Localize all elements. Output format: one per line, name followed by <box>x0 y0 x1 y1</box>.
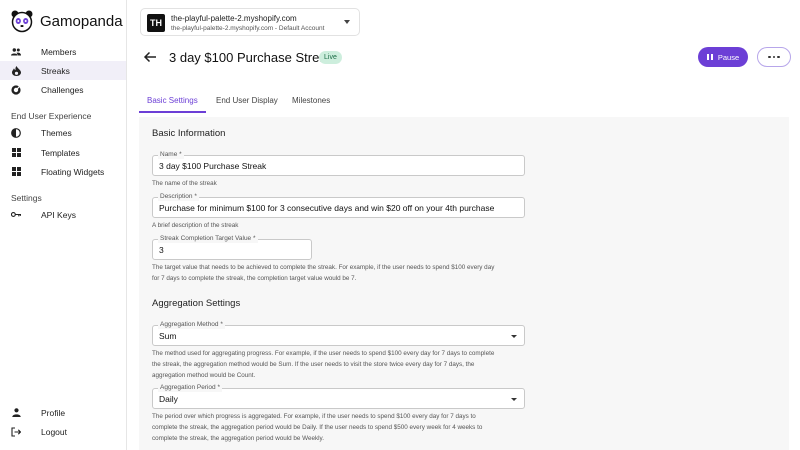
store-avatar: TH <box>147 14 165 32</box>
name-field[interactable]: Name * 3 day $100 Purchase Streak <box>152 150 525 176</box>
flame-icon <box>11 65 21 76</box>
target-value-field[interactable]: Streak Completion Target Value * 3 <box>152 234 312 260</box>
key-icon <box>11 210 21 220</box>
status-badge: Live <box>319 51 342 64</box>
description-field-label: Description * <box>158 192 199 201</box>
store-account: the-playful-palette-2.myshopify.com - De… <box>171 25 325 32</box>
aggregation-settings-heading: Aggregation Settings <box>152 298 241 309</box>
name-field-label: Name * <box>158 150 184 159</box>
sidebar-item-label: Logout <box>41 426 67 437</box>
sidebar-item-floating-widgets[interactable]: Floating Widgets <box>0 162 126 181</box>
sidebar-item-challenges[interactable]: Challenges <box>0 80 126 99</box>
sidebar-item-members[interactable]: Members <box>0 42 126 61</box>
section-settings: Settings <box>11 193 42 203</box>
dropdown-arrow-icon <box>511 335 517 338</box>
tab-milestones[interactable]: Milestones <box>284 88 338 113</box>
sidebar-item-label: Themes <box>41 127 72 138</box>
period-help-text-line-3: complete the streak, the aggregation per… <box>152 435 324 442</box>
name-field-value: 3 day $100 Purchase Streak <box>159 161 267 171</box>
chevron-down-icon <box>344 20 350 24</box>
target-help-text-line-1: The target value that needs to be achiev… <box>152 264 495 271</box>
sidebar-item-label: Profile <box>41 407 66 418</box>
store-selector[interactable]: TH the-playful-palette-2.myshopify.com t… <box>140 8 360 36</box>
description-field-value: Purchase for minimum $100 for 3 consecut… <box>159 203 495 213</box>
pause-label: Pause <box>717 52 740 62</box>
sidebar-item-logout[interactable]: Logout <box>0 422 126 441</box>
target-icon <box>11 84 21 95</box>
sidebar-item-streaks[interactable]: Streaks <box>0 61 126 80</box>
pause-button[interactable]: Pause <box>698 47 748 67</box>
sidebar-item-themes[interactable]: Themes <box>0 123 126 142</box>
logout-icon <box>11 426 21 437</box>
contrast-icon <box>11 127 21 138</box>
sidebar-item-templates[interactable]: Templates <box>0 143 126 162</box>
pause-icon <box>706 54 713 60</box>
period-help-text-line-1: The period over which progress is aggreg… <box>152 413 476 420</box>
widgets-icon <box>11 167 21 177</box>
tab-end-user-display[interactable]: End User Display <box>208 88 286 113</box>
panda-logo-icon <box>11 10 33 33</box>
aggregation-period-select[interactable]: Aggregation Period * Daily <box>152 383 525 409</box>
aggregation-method-value: Sum <box>159 331 177 341</box>
sidebar-item-label: Floating Widgets <box>41 166 105 177</box>
store-name: the-playful-palette-2.myshopify.com <box>171 14 297 23</box>
members-icon <box>11 47 21 57</box>
settings-panel: Basic Information Name * 3 day $100 Purc… <box>139 117 789 450</box>
aggregation-period-label: Aggregation Period * <box>158 383 222 392</box>
description-help-text: A brief description of the streak <box>152 222 239 229</box>
method-help-text-line-3: aggregation method would be Count. <box>152 372 256 379</box>
person-icon <box>11 408 21 418</box>
description-field[interactable]: Description * Purchase for minimum $100 … <box>152 192 525 218</box>
templates-icon <box>11 148 21 158</box>
method-help-text-line-2: the streak, the aggregation method would… <box>152 361 475 368</box>
aggregation-method-select[interactable]: Aggregation Method * Sum <box>152 320 525 346</box>
back-arrow-icon[interactable] <box>143 50 157 64</box>
section-end-user-experience: End User Experience <box>11 111 92 121</box>
sidebar: Gamopanda Members Streaks Challenges End… <box>0 0 127 450</box>
sidebar-item-api-keys[interactable]: API Keys <box>0 205 126 224</box>
page-title: 3 day $100 Purchase Streak <box>169 50 334 65</box>
sidebar-item-label: Streaks <box>41 65 70 76</box>
brand[interactable]: Gamopanda <box>10 9 123 33</box>
more-icon <box>767 55 781 59</box>
dropdown-arrow-icon <box>511 398 517 401</box>
tab-bar: Basic Settings End User Display Mileston… <box>139 88 789 113</box>
sidebar-item-profile[interactable]: Profile <box>0 403 126 422</box>
sidebar-item-label: Challenges <box>41 84 84 95</box>
name-help-text: The name of the streak <box>152 180 217 187</box>
brand-name: Gamopanda <box>40 12 123 30</box>
method-help-text-line-1: The method used for aggregating progress… <box>152 350 495 357</box>
sidebar-item-label: Members <box>41 46 77 57</box>
basic-information-heading: Basic Information <box>152 128 226 139</box>
aggregation-method-label: Aggregation Method * <box>158 320 225 329</box>
sidebar-item-label: API Keys <box>41 209 76 220</box>
more-options-button[interactable] <box>757 47 791 67</box>
target-value-field-value: 3 <box>159 245 164 255</box>
tab-basic-settings[interactable]: Basic Settings <box>139 88 206 113</box>
target-value-field-label: Streak Completion Target Value * <box>158 234 258 243</box>
sidebar-item-label: Templates <box>41 147 80 158</box>
period-help-text-line-2: complete the streak, the aggregation per… <box>152 424 483 431</box>
aggregation-period-value: Daily <box>159 394 178 404</box>
target-help-text-line-2: for 7 days to complete the streak, the c… <box>152 275 357 282</box>
